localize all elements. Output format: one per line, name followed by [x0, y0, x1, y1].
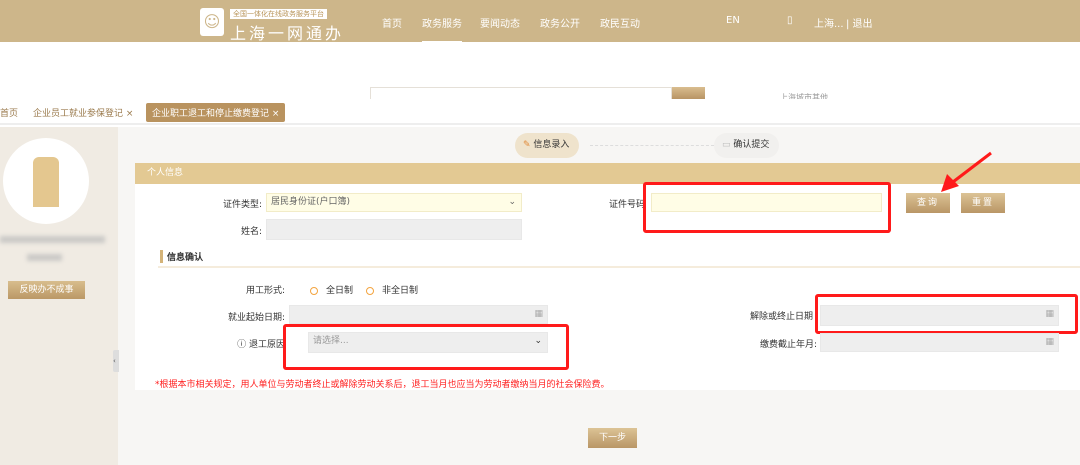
next-step-button[interactable]: 下一步 — [588, 428, 637, 448]
id-type-select[interactable]: 居民身份证(户口簿) ⌄ — [266, 193, 522, 212]
blurred-company-name — [0, 236, 105, 243]
search-input[interactable] — [370, 87, 672, 99]
step-label: 信息录入 — [533, 140, 570, 150]
option-label: 全日制 — [326, 286, 354, 296]
query-button[interactable]: 查询 — [906, 193, 950, 213]
highlight-box-end-date — [815, 294, 1078, 334]
highlight-box-reason — [283, 324, 569, 370]
end-date-label: 解除或终止日期 — [749, 312, 813, 322]
red-arrow-icon — [941, 151, 992, 192]
radio-circle — [366, 286, 374, 295]
nav-news[interactable]: 要闻动态 — [480, 15, 520, 30]
city-link[interactable]: 上海城市其他 — [780, 92, 828, 99]
phone-icon[interactable]: ▯ — [787, 15, 793, 26]
reset-button[interactable]: 重置 — [961, 193, 1005, 213]
start-date-label: 就业起始日期: — [227, 313, 285, 323]
nav-gov-services[interactable]: 政务服务 — [422, 15, 462, 43]
nav-home[interactable]: 首页 — [382, 15, 402, 30]
step-confirm-submit: ▭ 确认提交 — [714, 133, 780, 158]
pay-end-label: 缴费截止年月: — [759, 340, 817, 350]
section-divider — [158, 266, 1080, 268]
highlight-box-id-number — [643, 182, 891, 233]
tab-home[interactable]: 首页 — [0, 106, 18, 119]
calendar-icon[interactable]: ▦ — [1045, 334, 1054, 351]
name-input[interactable] — [266, 219, 522, 240]
reason-label: ⓘ 退工原因 — [230, 337, 285, 350]
chevron-down-icon: ⌄ — [508, 197, 516, 207]
logo-icon: ☺ — [200, 8, 224, 36]
nav-gov-open[interactable]: 政务公开 — [540, 15, 580, 30]
complaint-button[interactable]: 反映办不成事 — [8, 281, 85, 299]
radio-full-time[interactable]: 全日制 — [310, 283, 353, 296]
section-title: 信息确认 — [160, 250, 203, 263]
lang-switch[interactable]: EN — [726, 15, 740, 26]
search-button[interactable] — [672, 87, 705, 99]
employment-type-label: 用工形式: — [245, 286, 285, 296]
calendar-icon[interactable]: ▦ — [534, 306, 543, 323]
option-label: 非全日制 — [382, 286, 419, 296]
building-icon — [33, 157, 59, 207]
logo-subtitle: 全国一体化在线政务服务平台 — [230, 9, 327, 19]
nav-interaction[interactable]: 政民互动 — [600, 15, 640, 30]
regulation-note: *根据本市相关规定，用人单位与劳动者终止或解除劳动关系后，退工当月也应当为劳动者… — [155, 380, 610, 390]
logo-title: 上海一网通办 — [230, 24, 345, 43]
edit-doc-icon: ✎ — [523, 140, 531, 150]
name-label: 姓名: — [240, 227, 262, 237]
step-connector — [590, 145, 714, 146]
pay-end-month-input[interactable]: ▦ — [820, 333, 1059, 352]
id-type-value: 居民身份证(户口簿) — [271, 197, 351, 207]
id-type-label: 证件类型: — [222, 200, 262, 210]
user-name[interactable]: 上海... — [814, 15, 844, 30]
comment-icon: ▭ — [722, 140, 731, 150]
reason-label-text: 退工原因 — [248, 340, 285, 350]
info-icon[interactable]: ⓘ — [237, 340, 246, 350]
step-label: 确认提交 — [733, 140, 770, 150]
step-info-entry: ✎ 信息录入 — [515, 133, 580, 158]
collapse-sidebar-handle[interactable]: ‹ — [113, 350, 119, 372]
id-number-label: 证件号码 — [608, 200, 645, 210]
blurred-user-id — [27, 254, 62, 261]
radio-part-time[interactable]: 非全日制 — [366, 283, 418, 296]
logout-link[interactable]: | 退出 — [846, 15, 873, 30]
radio-circle — [310, 286, 318, 295]
tab-retirement-stop-payment[interactable]: 企业职工退工和停止缴费登记 × — [146, 103, 286, 122]
start-date-input[interactable]: ▦ — [289, 305, 548, 324]
tab-employee-registration[interactable]: 企业员工就业参保登记 × — [33, 106, 133, 119]
